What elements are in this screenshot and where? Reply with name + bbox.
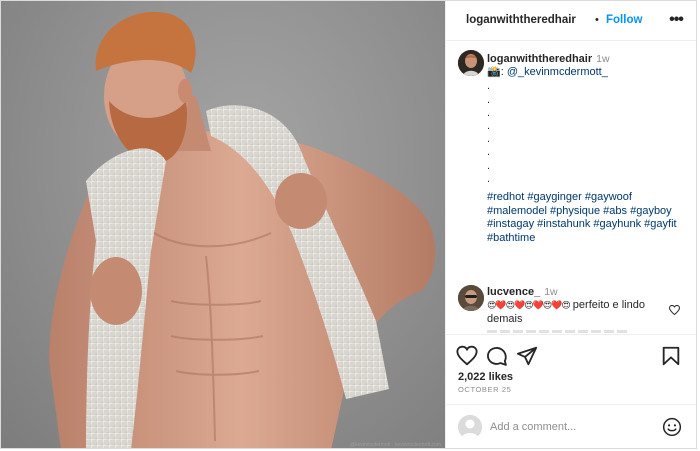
- caption-credit: 📸: @_kevinmcdermott_: [487, 66, 687, 79]
- add-comment-bar: [446, 404, 696, 448]
- more-options-icon[interactable]: •••: [666, 9, 686, 31]
- comment-bubble-icon[interactable]: [486, 345, 508, 367]
- mention-link[interactable]: @_kevinmcdermott_: [507, 66, 608, 78]
- post-photo[interactable]: @kevinmcdermott · kevinmcdermott.com: [1, 1, 445, 448]
- post-image-illustration: [49, 11, 436, 448]
- next-comment-preview: [487, 330, 627, 333]
- bookmark-icon[interactable]: [660, 345, 682, 367]
- caption-dot: .: [487, 159, 491, 172]
- paper-plane-icon[interactable]: [516, 345, 538, 367]
- caption-dots: . . . . . . . .: [487, 80, 687, 186]
- comment-input[interactable]: [490, 418, 650, 436]
- heart-icon[interactable]: [456, 345, 478, 367]
- comments-section[interactable]: loganwiththeredhair 1w 📸: @_kevinmcdermot…: [446, 42, 696, 334]
- caption-time: 1w: [596, 53, 610, 65]
- header-separator: •: [595, 14, 599, 26]
- caption-hashtags[interactable]: #redhot #gayginger #gaywoof #malemodel #…: [487, 191, 687, 245]
- follow-button[interactable]: Follow: [606, 14, 642, 26]
- photo-watermark: @kevinmcdermott · kevinmcdermott.com: [350, 442, 441, 448]
- likes-count[interactable]: 2,022 likes: [458, 371, 513, 383]
- caption-dot: .: [487, 146, 491, 159]
- current-user-avatar: [458, 415, 482, 439]
- author-avatar[interactable]: [458, 50, 484, 76]
- small-heart-icon[interactable]: [669, 305, 680, 315]
- post-date: OCTOBER 25: [458, 385, 512, 394]
- caption-dot: .: [487, 172, 491, 185]
- post-dialog: @kevinmcdermott · kevinmcdermott.com log…: [0, 0, 697, 449]
- caption-dot: .: [487, 133, 491, 146]
- post-sidebar: loganwiththeredhair • Follow ••• loganwi…: [445, 1, 696, 448]
- caption-dot: .: [487, 106, 491, 119]
- commenter-username[interactable]: lucvence_: [487, 286, 540, 298]
- comment-emojis: 😍❤️😍❤️😍❤️😍❤️😍: [487, 301, 571, 312]
- author-username[interactable]: loganwiththeredhair: [466, 14, 576, 26]
- comment-time: 1w: [544, 286, 558, 298]
- commenter-avatar[interactable]: [458, 285, 484, 311]
- post-header: loganwiththeredhair • Follow •••: [446, 1, 696, 41]
- caption-dot: .: [487, 80, 491, 93]
- caption-dot: .: [487, 93, 491, 106]
- caption-username[interactable]: loganwiththeredhair: [487, 53, 592, 65]
- camera-emoji: 📸:: [487, 66, 507, 79]
- post-actions: 2,022 likes OCTOBER 25: [446, 334, 696, 404]
- smiley-icon[interactable]: [662, 417, 682, 437]
- caption-dot: .: [487, 119, 491, 132]
